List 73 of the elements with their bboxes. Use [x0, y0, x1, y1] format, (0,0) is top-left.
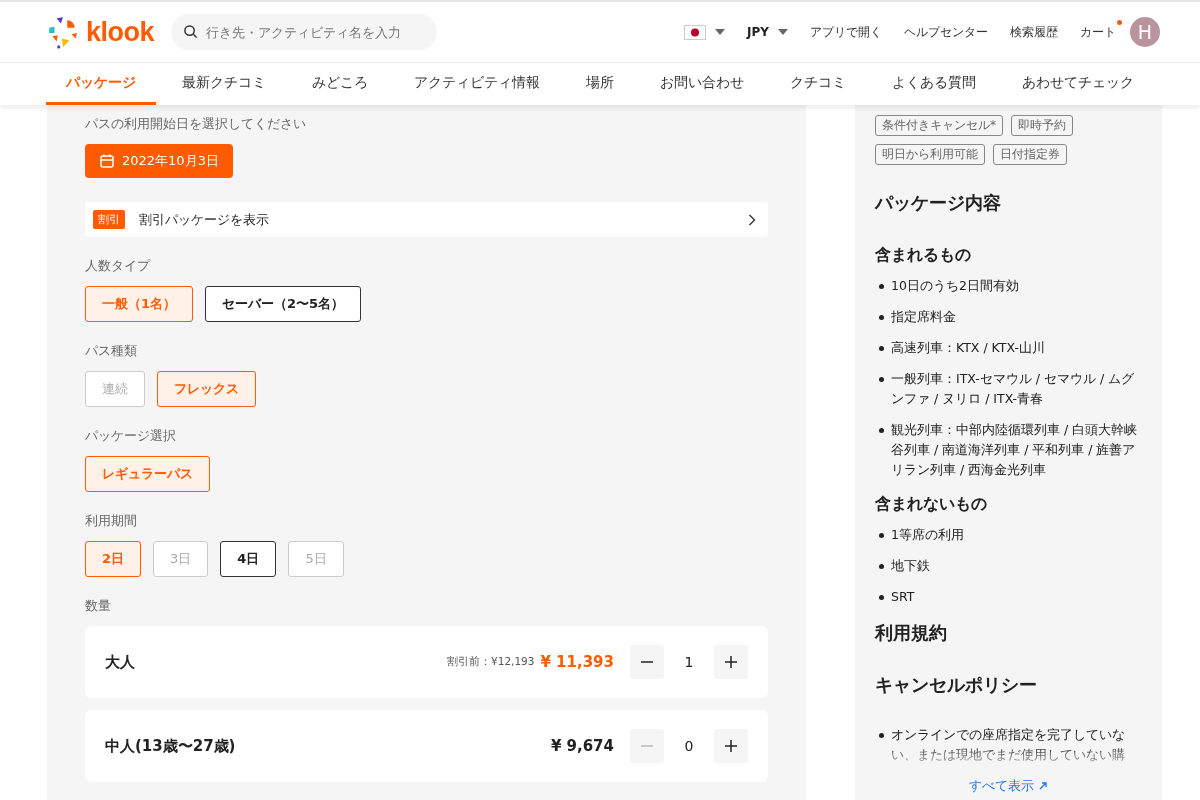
- list-item: 観光列車：中部内陸循環列車 / 白頭大幹峡谷列車 / 南道海洋列車 / 平和列車 / 旌善アリラン列車 / 西海金光列車: [891, 421, 1139, 479]
- feature-tag: 日付指定券: [993, 144, 1067, 165]
- section-heading: 含まれるもの: [875, 245, 972, 266]
- plus-icon: [724, 655, 738, 669]
- list-item: 一般列車：ITX-セマウル / セマウル / ムグンファ / ヌリロ / ITX-青春: [891, 370, 1136, 408]
- decrease-button[interactable]: [630, 645, 664, 679]
- currency-selector[interactable]: JPY: [747, 25, 769, 39]
- bullet-icon: [879, 733, 884, 738]
- external-link-icon: [1038, 781, 1048, 791]
- nav-tab[interactable]: あわせてチェック: [1002, 63, 1154, 105]
- bullet-icon: [879, 377, 884, 382]
- section-heading: 含まれないもの: [875, 494, 988, 515]
- section-heading: キャンセルポリシー: [875, 673, 1038, 697]
- calendar-icon: [99, 153, 115, 169]
- increase-button[interactable]: [714, 729, 748, 763]
- list-item: オンラインでの座席指定を完了していない、または現地でまだ使用していない購: [891, 726, 1126, 764]
- plus-icon: [724, 739, 738, 753]
- feature-tag: 明日から利用可能: [875, 144, 985, 165]
- discount-badge: 割引: [93, 210, 125, 229]
- option-button[interactable]: セーバー（2〜5名）: [205, 286, 362, 322]
- feature-tag: 条件付きキャンセル*: [875, 115, 1003, 136]
- caret-icon[interactable]: [715, 29, 726, 35]
- nav-tab[interactable]: クチコミ: [770, 63, 866, 105]
- show-all-link[interactable]: すべて表示: [875, 777, 1142, 795]
- nav-tab[interactable]: お問い合わせ: [640, 63, 764, 105]
- section-heading: 利用規約: [875, 621, 948, 645]
- bullet-icon: [879, 346, 884, 351]
- banner-text: 割引パッケージを表示: [139, 210, 269, 229]
- search-icon: [183, 24, 199, 39]
- nav-tab[interactable]: アクティビティ情報: [394, 63, 560, 105]
- ticket-name: 中人(13歳〜27歳): [105, 736, 236, 756]
- section-title: パッケージ内容: [875, 191, 1002, 215]
- chevron-right-icon: [748, 213, 756, 226]
- price: ¥ 9,674: [550, 737, 614, 755]
- nav-tab[interactable]: よくある質問: [872, 63, 996, 105]
- nav-tab[interactable]: 最新クチコミ: [162, 63, 286, 105]
- option-button[interactable]: 4日: [220, 541, 277, 577]
- bullet-icon: [879, 533, 884, 538]
- price: ¥ 11,393: [540, 653, 614, 671]
- list-item: SRT: [891, 588, 916, 606]
- field-label: 人数タイプ: [85, 257, 150, 275]
- field-label: 数量: [85, 597, 111, 615]
- flag-icon[interactable]: [684, 24, 707, 40]
- search-field[interactable]: 行き先・アクティビティ名を入力: [171, 14, 438, 50]
- cart-link[interactable]: カート: [1080, 24, 1116, 40]
- list-item: 高速列車：KTX / KTX-山川: [891, 339, 1046, 357]
- increase-button[interactable]: [714, 645, 748, 679]
- list-item: 1等席の利用: [891, 526, 965, 544]
- discount-banner[interactable]: 割引 割引パッケージを表示: [85, 202, 768, 237]
- bullet-icon: [879, 284, 884, 289]
- nav-tab[interactable]: 場所: [566, 63, 634, 105]
- bullet-icon: [879, 428, 884, 433]
- field-label: 利用期間: [85, 512, 137, 530]
- header-link[interactable]: ヘルプセンター: [904, 24, 988, 40]
- nav-tab[interactable]: みどころ: [292, 63, 388, 105]
- field-label: パスの利用開始日を選択してください: [85, 115, 306, 133]
- feature-tag: 即時予約: [1011, 115, 1073, 136]
- bullet-icon: [879, 315, 884, 320]
- bullet-icon: [879, 564, 884, 569]
- caret-icon[interactable]: [778, 29, 788, 35]
- bullet-icon: [879, 595, 884, 600]
- header-link[interactable]: アプリで開く: [810, 24, 882, 40]
- quantity-value: 1: [683, 654, 695, 670]
- original-price: 割引前：¥12,193: [447, 655, 535, 669]
- ticket-name: 大人: [105, 652, 135, 672]
- field-label: パッケージ選択: [85, 427, 176, 445]
- header-link[interactable]: 検索履歴: [1010, 24, 1058, 40]
- list-item: 10日のうち2日間有効: [891, 277, 1020, 295]
- logo-icon: [46, 15, 80, 49]
- field-label: パス種類: [85, 342, 137, 360]
- quantity-value: 0: [683, 738, 695, 754]
- list-item: 地下鉄: [891, 557, 931, 575]
- list-item: 指定席料金: [891, 308, 957, 326]
